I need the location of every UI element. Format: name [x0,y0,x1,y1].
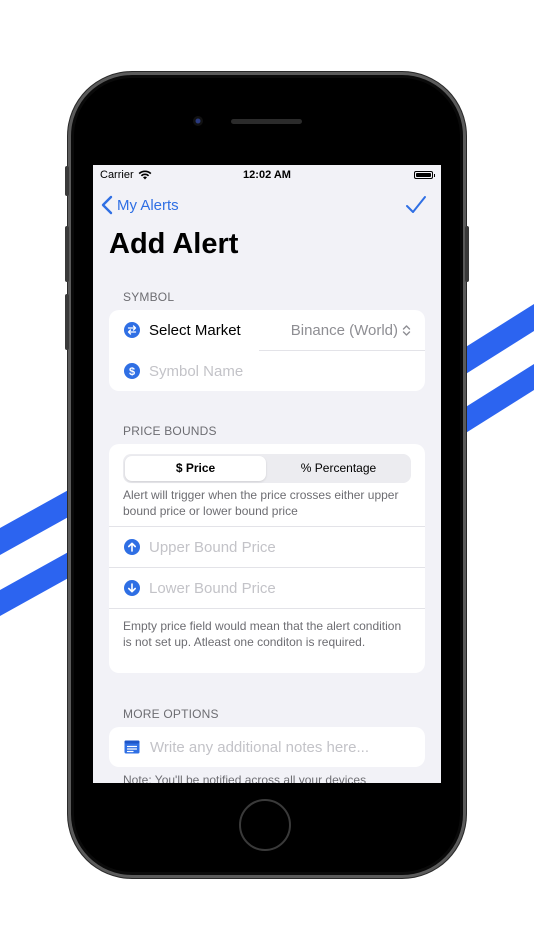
app-screen: Carrier 12:02 AM My Alerts Add Alert SYM… [93,165,441,783]
symbol-card: Select Market Binance (World) $ Symbol N… [109,310,425,391]
symbol-name-row[interactable]: $ Symbol Name [109,351,425,391]
volume-down-button [65,294,69,350]
price-bounds-card: $ Price % Percentage Alert will trigger … [109,444,425,673]
back-button-label: My Alerts [117,196,179,214]
price-bounds-hint: Alert will trigger when the price crosse… [123,488,399,518]
navigation-bar: My Alerts [93,193,441,221]
more-options-section-header: MORE OPTIONS [123,707,219,721]
upper-bound-input[interactable]: Upper Bound Price [149,539,276,556]
notes-row[interactable]: Write any additional notes here... [109,727,425,767]
lower-bound-input[interactable]: Lower Bound Price [149,580,276,597]
arrow-up-circle-icon [124,539,140,555]
dollar-circle-icon: $ [124,363,140,379]
volume-up-button [65,226,69,282]
power-button [465,226,469,282]
battery-icon [414,171,435,179]
more-options-card: Write any additional notes here... [109,727,425,767]
segment-price[interactable]: $ Price [125,456,266,481]
notification-note: Note: You'll be notified across all your… [123,773,367,783]
status-time: 12:02 AM [243,169,291,181]
row-divider [109,608,425,609]
market-value-text: Binance (World) [290,321,398,339]
price-mode-segmented-control[interactable]: $ Price % Percentage [123,454,411,483]
arrow-down-circle-icon [124,580,140,596]
symbol-name-input[interactable]: Symbol Name [149,363,243,380]
select-market-row[interactable]: Select Market Binance (World) [109,310,425,350]
status-bar: Carrier 12:02 AM [93,165,441,185]
notes-icon [124,740,140,754]
svg-text:$: $ [129,366,135,378]
arrows-swap-icon [124,322,140,338]
symbol-section-header: SYMBOL [123,290,175,304]
notes-input[interactable]: Write any additional notes here... [150,739,369,756]
price-bounds-section-header: PRICE BOUNDS [123,424,217,438]
back-button[interactable]: My Alerts [101,195,179,215]
earpiece-speaker [231,119,302,124]
done-button[interactable] [405,195,427,220]
select-market-label: Select Market [149,321,241,339]
market-value[interactable]: Binance (World) [291,322,411,339]
page-title: Add Alert [109,228,239,260]
checkmark-icon [406,196,426,213]
chevron-up-down-icon [402,324,411,336]
segment-percentage[interactable]: % Percentage [268,456,409,481]
front-camera [193,116,203,126]
mute-switch [65,166,69,196]
price-bounds-footer: Empty price field would mean that the al… [123,619,402,649]
lower-bound-row[interactable]: Lower Bound Price [109,568,425,608]
home-button[interactable] [239,799,291,851]
upper-bound-row[interactable]: Upper Bound Price [109,527,425,567]
chevron-left-icon [101,195,113,215]
